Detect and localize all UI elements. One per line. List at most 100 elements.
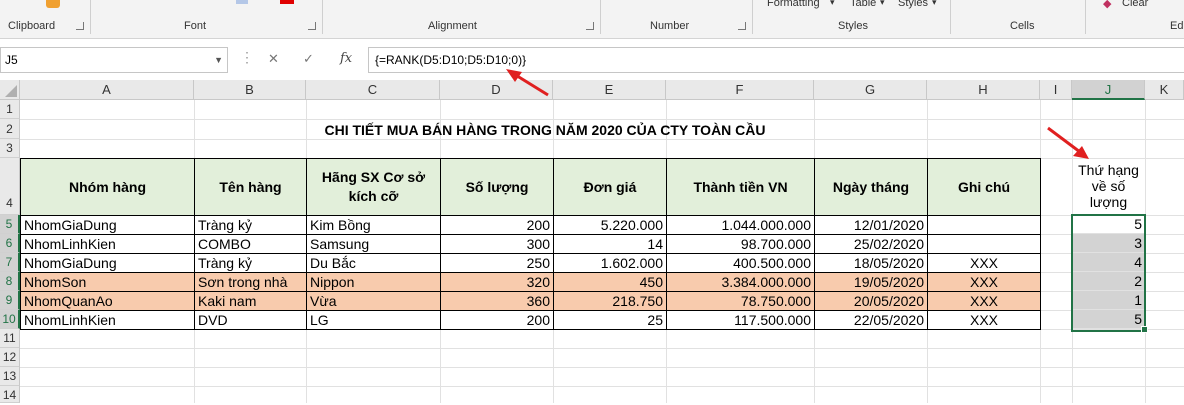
cell-c10[interactable]: LG <box>306 310 441 330</box>
row-header-5[interactable]: 5 <box>0 215 20 234</box>
column-header-d[interactable]: D <box>440 80 553 100</box>
conditional-formatting-button[interactable]: Formatting <box>767 0 820 9</box>
cell-c8[interactable]: Nippon <box>306 272 441 292</box>
cell-e9[interactable]: 218.750 <box>553 291 667 311</box>
cell-g6[interactable]: 25/02/2020 <box>814 234 928 254</box>
cell-b5[interactable]: Tràng kỷ <box>194 215 307 235</box>
cell-b6[interactable]: COMBO <box>194 234 307 254</box>
cell-j5[interactable]: 5 <box>1072 215 1145 234</box>
cell-g5[interactable]: 12/01/2020 <box>814 215 928 235</box>
cell-g10[interactable]: 22/05/2020 <box>814 310 928 330</box>
cell-j8[interactable]: 2 <box>1072 272 1145 291</box>
cell-f7[interactable]: 400.500.000 <box>666 253 815 273</box>
cell-d7[interactable]: 250 <box>440 253 554 273</box>
cell-f9[interactable]: 78.750.000 <box>666 291 815 311</box>
dialog-launcher-icon[interactable] <box>586 22 594 30</box>
column-header-b[interactable]: B <box>194 80 306 100</box>
cell-b7[interactable]: Tràng kỷ <box>194 253 307 273</box>
column-header-i[interactable]: I <box>1040 80 1072 100</box>
column-header-f[interactable]: F <box>666 80 814 100</box>
column-header-a[interactable]: A <box>20 80 194 100</box>
cell-b9[interactable]: Kaki nam <box>194 291 307 311</box>
cancel-icon[interactable]: ✕ <box>268 47 279 71</box>
cell-f5[interactable]: 1.044.000.000 <box>666 215 815 235</box>
name-box[interactable]: J5 ▼ <box>0 47 228 73</box>
select-all-corner[interactable] <box>0 80 20 100</box>
cell-e7[interactable]: 1.602.000 <box>553 253 667 273</box>
column-header-c[interactable]: C <box>306 80 440 100</box>
cell-c7[interactable]: Du Bắc <box>306 253 441 273</box>
cell-c6[interactable]: Samsung <box>306 234 441 254</box>
insert-function-icon[interactable]: fx <box>340 47 352 71</box>
cell-a9[interactable]: NhomQuanAo <box>20 291 195 311</box>
cell-j10[interactable]: 5 <box>1072 310 1145 329</box>
dialog-launcher-icon[interactable] <box>738 22 746 30</box>
row-header-12[interactable]: 12 <box>0 348 20 367</box>
row-header-9[interactable]: 9 <box>0 291 20 310</box>
fill-handle[interactable] <box>1141 326 1148 333</box>
clear-button[interactable]: Clear <box>1122 0 1148 9</box>
format-as-table-button[interactable]: Table <box>850 0 876 9</box>
enter-icon[interactable]: ✓ <box>303 47 314 71</box>
cell-styles-button[interactable]: Styles <box>898 0 928 9</box>
format-painter-icon[interactable] <box>46 0 60 8</box>
cell-h5[interactable] <box>927 215 1041 235</box>
row-header-1[interactable]: 1 <box>0 100 20 119</box>
column-header-e[interactable]: E <box>553 80 666 100</box>
font-color-swatch[interactable] <box>280 0 294 4</box>
cell-h8[interactable]: XXX <box>927 272 1041 292</box>
cell-h10[interactable]: XXX <box>927 310 1041 330</box>
cell-g9[interactable]: 20/05/2020 <box>814 291 928 311</box>
header-ten-hang[interactable]: Tên hàng <box>194 158 307 216</box>
cell-c5[interactable]: Kim Bồng <box>306 215 441 235</box>
row-header-2[interactable]: 2 <box>0 119 20 139</box>
column-header-g[interactable]: G <box>814 80 927 100</box>
header-nhom-hang[interactable]: Nhóm hàng <box>20 158 195 216</box>
cell-a6[interactable]: NhomLinhKien <box>20 234 195 254</box>
row-header-6[interactable]: 6 <box>0 234 20 253</box>
header-ngay-thang[interactable]: Ngày tháng <box>814 158 928 216</box>
cell-d10[interactable]: 200 <box>440 310 554 330</box>
row-header-4[interactable]: 4 <box>0 158 20 215</box>
cell-j7[interactable]: 4 <box>1072 253 1145 272</box>
cell-d5[interactable]: 200 <box>440 215 554 235</box>
column-header-j[interactable]: J <box>1072 80 1145 100</box>
row-header-11[interactable]: 11 <box>0 329 20 348</box>
cell-a7[interactable]: NhomGiaDung <box>20 253 195 273</box>
cell-a10[interactable]: NhomLinhKien <box>20 310 195 330</box>
cell-a5[interactable]: NhomGiaDung <box>20 215 195 235</box>
cell-h9[interactable]: XXX <box>927 291 1041 311</box>
cell-g8[interactable]: 19/05/2020 <box>814 272 928 292</box>
row-header-13[interactable]: 13 <box>0 367 20 386</box>
header-hang-sx[interactable]: Hãng SX Cơ sở kích cỡ <box>306 158 441 216</box>
cell-e5[interactable]: 5.220.000 <box>553 215 667 235</box>
cell-b8[interactable]: Sơn trong nhà <box>194 272 307 292</box>
row-header-7[interactable]: 7 <box>0 253 20 272</box>
row-header-3[interactable]: 3 <box>0 139 20 158</box>
cell-c9[interactable]: Vừa <box>306 291 441 311</box>
column-header-k[interactable]: K <box>1145 80 1184 100</box>
chevron-down-icon[interactable]: ▼ <box>210 48 223 72</box>
cell-h6[interactable] <box>927 234 1041 254</box>
cell-j9[interactable]: 1 <box>1072 291 1145 310</box>
dialog-launcher-icon[interactable] <box>308 22 316 30</box>
cell-e10[interactable]: 25 <box>553 310 667 330</box>
dialog-launcher-icon[interactable] <box>76 22 84 30</box>
fill-color-swatch[interactable] <box>236 0 248 4</box>
row-header-10[interactable]: 10 <box>0 310 20 329</box>
cell-g7[interactable]: 18/05/2020 <box>814 253 928 273</box>
header-don-gia[interactable]: Đơn giá <box>553 158 667 216</box>
formula-input[interactable]: {=RANK(D5:D10;D5:D10;0)} <box>368 47 1184 73</box>
rank-header[interactable]: Thứ hạng về số lượng <box>1072 158 1145 215</box>
cell-e8[interactable]: 450 <box>553 272 667 292</box>
row-header-8[interactable]: 8 <box>0 272 20 291</box>
header-thanh-tien[interactable]: Thành tiền VN <box>666 158 815 216</box>
cell-h7[interactable]: XXX <box>927 253 1041 273</box>
cell-d8[interactable]: 320 <box>440 272 554 292</box>
cell-d9[interactable]: 360 <box>440 291 554 311</box>
cell-d6[interactable]: 300 <box>440 234 554 254</box>
cell-b10[interactable]: DVD <box>194 310 307 330</box>
cell-f10[interactable]: 117.500.000 <box>666 310 815 330</box>
cell-j6[interactable]: 3 <box>1072 234 1145 253</box>
cell-e6[interactable]: 14 <box>553 234 667 254</box>
